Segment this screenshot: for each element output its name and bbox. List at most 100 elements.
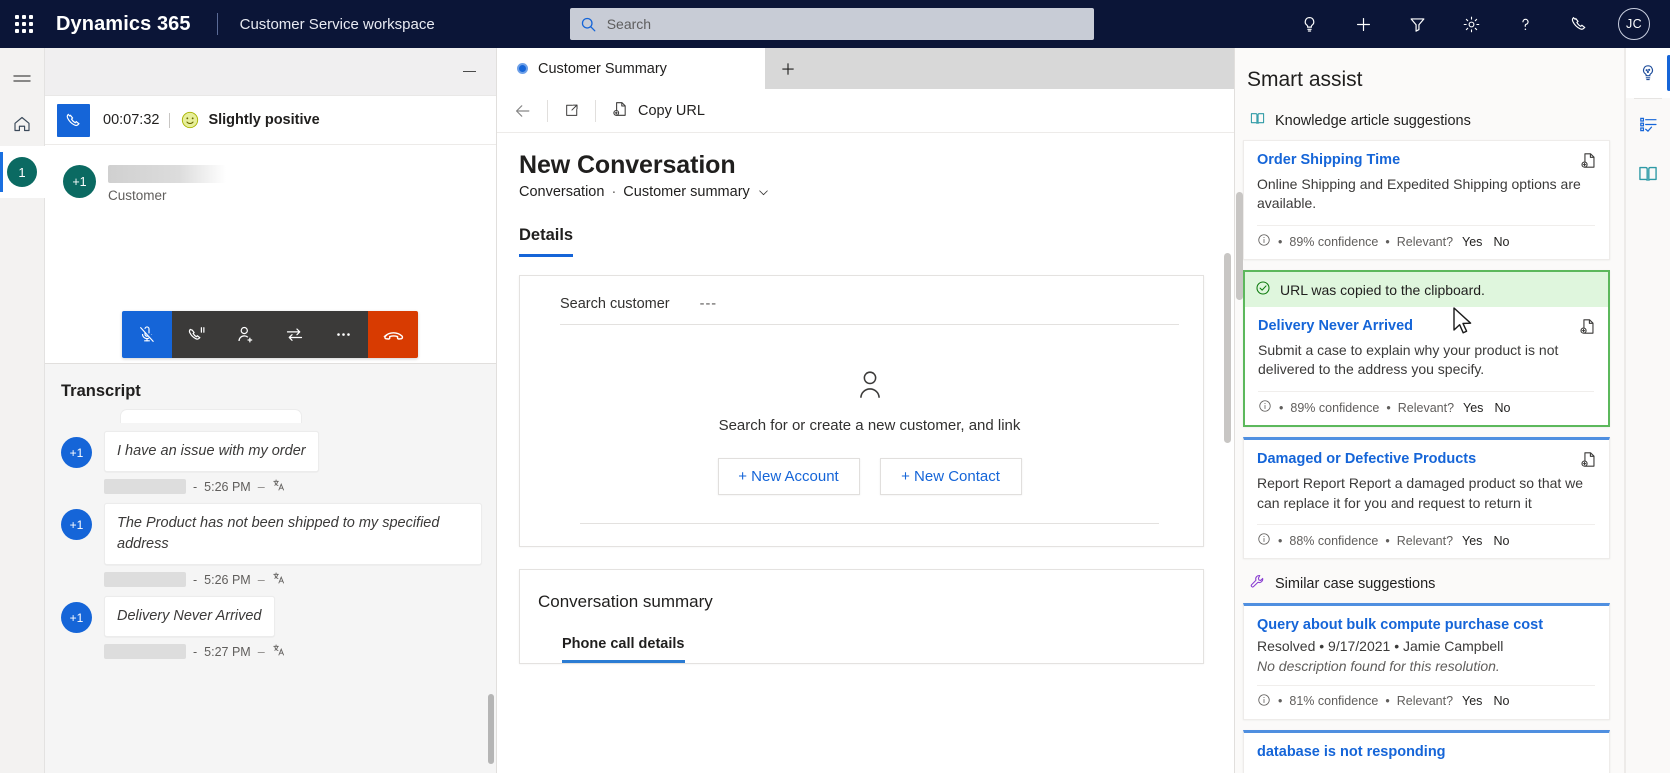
info-icon[interactable] (1257, 693, 1271, 710)
relevant-label: Relevant? (1396, 694, 1454, 709)
main-scrollbar-thumb[interactable] (1224, 253, 1231, 443)
phone-icon (1571, 16, 1586, 30)
transcript-time: 5:26 PM (204, 572, 251, 587)
chevron-down-icon[interactable] (757, 186, 770, 199)
mute-button[interactable] (122, 311, 172, 358)
tab-details[interactable]: Details (519, 226, 574, 257)
avatar: JC (1618, 8, 1650, 40)
card-title[interactable]: Delivery Never Arrived (1258, 317, 1594, 336)
relevant-yes-button[interactable]: Yes (1460, 534, 1484, 548)
left-navigation-rail: 1 (0, 48, 45, 773)
relevant-no-button[interactable]: No (1491, 534, 1511, 548)
card-title[interactable]: database is not responding (1257, 743, 1595, 762)
transcript-scrollbar-thumb[interactable] (488, 694, 494, 764)
popout-button[interactable] (552, 91, 591, 131)
help-button[interactable] (1498, 0, 1552, 48)
app-launcher-button[interactable] (0, 0, 48, 48)
transcript-list[interactable]: +1 I have an issue with my order - 5:26 … (45, 409, 496, 773)
info-icon[interactable] (1257, 532, 1271, 549)
card-body: database is not responding (1244, 733, 1609, 773)
relevant-yes-button[interactable]: Yes (1460, 235, 1484, 249)
gear-icon (1463, 16, 1479, 32)
new-record-button[interactable] (1336, 0, 1390, 48)
new-contact-button[interactable]: + New Contact (879, 458, 1022, 495)
smart-assist-scroll[interactable]: Knowledge article suggestions Order Ship… (1235, 106, 1624, 773)
new-account-button[interactable]: + New Account (717, 458, 860, 495)
info-icon[interactable] (1258, 399, 1272, 416)
transcript-message: Delivery Never Arrived (104, 596, 275, 638)
similar-case-card-database-not-responding[interactable]: database is not responding (1243, 729, 1610, 773)
transcript-content: I have an issue with my order - 5:26 PM … (104, 431, 482, 495)
search-customer-label: Search customer (560, 296, 670, 312)
page-header: New Conversation Conversation · Customer… (497, 133, 1234, 200)
card-title[interactable]: Order Shipping Time (1257, 151, 1595, 170)
copy-url-button[interactable]: Copy URL (600, 91, 716, 131)
knowledge-card-damaged-or-defective-products[interactable]: Damaged or Defective Products Report Rep… (1243, 437, 1610, 560)
consult-button[interactable] (221, 311, 270, 358)
relevant-label: Relevant? (1397, 400, 1455, 415)
agenda-rail-button[interactable] (1626, 99, 1670, 149)
participant-name-redacted (108, 165, 226, 183)
customer-card: Search customer --- Search for or create… (519, 275, 1204, 547)
smart-assist-title: Smart assist (1247, 68, 1363, 91)
card-status-line: Resolved • 9/17/2021 • Jamie Campbell (1257, 637, 1504, 654)
mic-muted-icon (140, 326, 154, 342)
transcript-dash: – (257, 644, 265, 659)
user-avatar-button[interactable]: JC (1606, 0, 1662, 48)
transfer-button[interactable] (270, 311, 319, 358)
knowledge-card-delivery-never-arrived[interactable]: URL was copied to the clipboard. Deliver… (1243, 270, 1610, 428)
lightbulb-icon-button[interactable] (1282, 0, 1336, 48)
filter-button[interactable] (1390, 0, 1444, 48)
session-item-1[interactable]: 1 (0, 146, 45, 198)
card-title[interactable]: Damaged or Defective Products (1257, 450, 1595, 469)
card-description: Submit a case to explain why your produc… (1258, 341, 1559, 378)
tab-phone-call-details[interactable]: Phone call details (562, 636, 685, 663)
relevant-label: Relevant? (1396, 234, 1454, 249)
search-customer-value[interactable]: --- (700, 296, 718, 312)
command-separator (547, 99, 548, 122)
relevant-no-button[interactable]: No (1492, 401, 1512, 415)
translate-icon[interactable] (272, 571, 286, 588)
similar-case-card-bulk-compute[interactable]: Query about bulk compute purchase cost R… (1243, 603, 1610, 720)
person-add-icon (238, 326, 253, 343)
transcript-content: Delivery Never Arrived - 5:27 PM – (104, 596, 482, 660)
copy-link-icon[interactable] (1579, 450, 1599, 470)
copy-success-toast: URL was copied to the clipboard. (1245, 272, 1608, 308)
tab-customer-summary[interactable]: Customer Summary (497, 48, 765, 89)
phone-button[interactable] (1552, 0, 1606, 48)
smart-assist-rail-button[interactable] (1625, 48, 1670, 98)
tab-status-dot (517, 63, 528, 74)
card-title[interactable]: Query about bulk compute purchase cost (1257, 616, 1595, 635)
translate-icon[interactable] (272, 643, 286, 660)
knowledge-card-order-shipping-time[interactable]: Order Shipping Time Online Shipping and … (1243, 140, 1610, 261)
relevant-yes-button[interactable]: Yes (1460, 694, 1484, 708)
page-breadcrumb: Conversation · Customer summary (519, 184, 1234, 200)
transcript-time: 5:26 PM (204, 479, 251, 494)
knowledge-rail-button[interactable] (1626, 149, 1670, 199)
back-button[interactable] (503, 91, 543, 131)
hold-button[interactable] (172, 311, 221, 358)
site-map-button[interactable] (0, 58, 45, 102)
minimize-button[interactable] (456, 59, 482, 85)
end-call-button[interactable] (368, 311, 418, 358)
relevant-no-button[interactable]: No (1491, 694, 1511, 708)
relevant-no-button[interactable]: No (1491, 235, 1511, 249)
home-button[interactable] (0, 102, 45, 146)
waffle-icon (15, 15, 33, 33)
copy-link-icon[interactable] (1578, 317, 1598, 337)
customer-empty-text: Search for or create a new customer, and… (718, 417, 1021, 434)
global-search-box[interactable] (569, 8, 1094, 40)
settings-button[interactable] (1444, 0, 1498, 48)
search-input[interactable] (606, 16, 1084, 32)
transcript-item: +1 The Product has not been shipped to m… (61, 503, 482, 588)
more-options-button[interactable] (319, 311, 368, 358)
info-icon[interactable] (1257, 233, 1271, 250)
breadcrumb-form[interactable]: Customer summary (623, 184, 750, 200)
relevant-yes-button[interactable]: Yes (1461, 401, 1485, 415)
translate-icon[interactable] (272, 478, 286, 495)
smart-assist-scrollbar-thumb[interactable] (1236, 192, 1243, 300)
call-type-icon (57, 103, 90, 137)
copy-link-icon[interactable] (1579, 151, 1599, 171)
customer-empty-state: Search for or create a new customer, and… (560, 325, 1179, 501)
add-tab-button[interactable] (765, 48, 811, 89)
